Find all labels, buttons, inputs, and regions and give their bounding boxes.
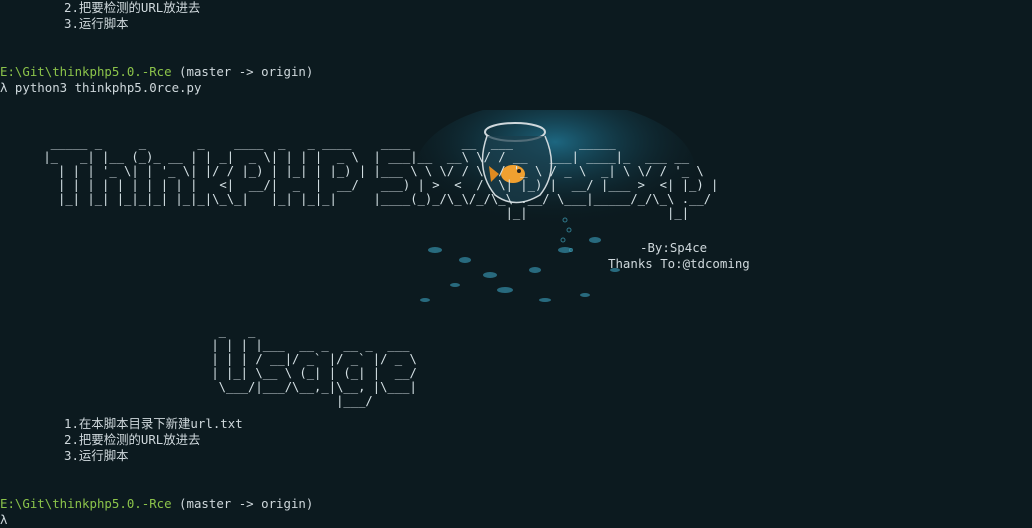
terminal-window[interactable]: 2.把要检测的URL放进去 3.运行脚本 E:\Git\thinkphp5.0.…: [0, 0, 1032, 528]
usage-step-3: 3.运行脚本: [64, 448, 129, 463]
prompt-branch: (master -> origin): [179, 496, 314, 511]
usage-step-1: 1.在本脚本目录下新建url.txt: [64, 416, 243, 431]
input-cursor-line[interactable]: λ: [0, 512, 7, 528]
top-step-2: 2.把要检测的URL放进去: [64, 0, 201, 15]
prompt-line-1: E:\Git\thinkphp5.0.-Rce (master -> origi…: [0, 64, 313, 80]
command-line: λ python3 thinkphp5.0rce.py: [0, 80, 202, 95]
usage-ascii-banner: _ _ | | | |___ __ _ __ _ ___ | | | / __|…: [211, 324, 417, 408]
prompt-path: E:\Git\thinkphp5.0.-Rce: [0, 496, 172, 511]
prompt-branch: (master -> origin): [179, 64, 314, 79]
thinkphp-ascii-banner: _____ _ _ _ ____ _ _ ____ ____ __ ___ __…: [43, 136, 719, 220]
usage-step-2: 2.把要检测的URL放进去: [64, 432, 201, 447]
thanks-credit: Thanks To:@tdcoming: [608, 256, 750, 271]
top-step-3: 3.运行脚本: [64, 16, 129, 31]
prompt-line-2: E:\Git\thinkphp5.0.-Rce (master -> origi…: [0, 496, 313, 512]
author-credit: -By:Sp4ce: [640, 240, 708, 255]
prompt-path: E:\Git\thinkphp5.0.-Rce: [0, 64, 172, 79]
